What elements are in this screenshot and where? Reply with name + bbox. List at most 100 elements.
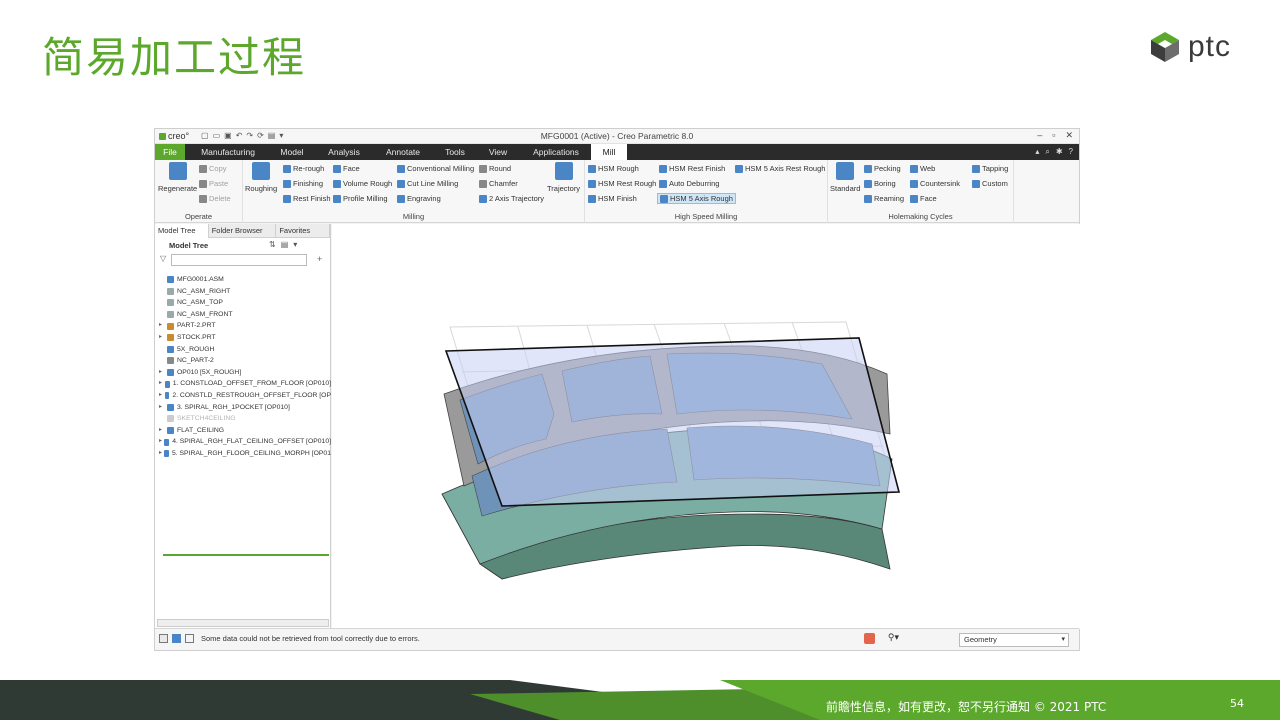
tree-node[interactable]: ▸ 1. CONSTLOAD_OFFSET_FROM_FLOOR [OP010] xyxy=(159,378,331,390)
tree-node[interactable]: ▸ OP010 [5X_ROUGH] xyxy=(159,367,331,379)
tab-folder-browser[interactable]: Folder Browser xyxy=(209,224,277,238)
expand-arrow-icon[interactable]: ▸ xyxy=(159,332,167,344)
expand-arrow-icon[interactable]: ▸ xyxy=(159,425,167,437)
auto-deburring-button[interactable]: Auto Deburring xyxy=(659,179,719,188)
tab-manufacturing[interactable]: Manufacturing xyxy=(193,144,263,160)
cut-line-milling-button[interactable]: Cut Line Milling xyxy=(397,179,458,188)
standard-drill-button[interactable]: Standard xyxy=(830,162,860,193)
selection-icon[interactable] xyxy=(172,634,181,643)
tree-node[interactable]: NC_ASM_FRONT xyxy=(159,309,331,321)
tree-node-icon xyxy=(164,438,170,446)
tree-insert-marker[interactable] xyxy=(163,554,329,556)
restore-icon[interactable]: ▫ xyxy=(1052,130,1055,141)
tree-node[interactable]: NC_ASM_RIGHT xyxy=(159,286,331,298)
filter-icon[interactable]: ▽ xyxy=(160,254,166,263)
tab-view[interactable]: View xyxy=(481,144,515,160)
binoculars-icon[interactable]: ⚲▾ xyxy=(888,632,899,643)
add-filter-icon[interactable]: + xyxy=(317,254,322,264)
tree-node[interactable]: ▸ FLAT_CEILING xyxy=(159,425,331,437)
collapse-ribbon-icon[interactable]: ▴ xyxy=(1035,147,1039,157)
copy-button[interactable]: Copy xyxy=(199,164,227,173)
hsm-rest-finish-button[interactable]: HSM Rest Finish xyxy=(659,164,725,173)
round-button[interactable]: Round xyxy=(479,164,511,173)
help-icon[interactable]: ? xyxy=(1069,147,1073,157)
rerough-button[interactable]: Re-rough xyxy=(283,164,324,173)
tree-node[interactable]: ▸ 4. SPIRAL_RGH_FLAT_CEILING_OFFSET [OP01… xyxy=(159,436,331,448)
expand-arrow-icon[interactable]: ▸ xyxy=(159,390,165,402)
reaming-button[interactable]: Reaming xyxy=(864,194,904,203)
tab-model-tree[interactable]: Model Tree xyxy=(155,224,209,238)
hsm-5-axis-rough-button[interactable]: HSM 5 Axis Rough xyxy=(657,193,736,204)
tapping-button[interactable]: Tapping xyxy=(972,164,1008,173)
tree-filter-icon[interactable]: ⇅ xyxy=(269,240,276,249)
close-icon[interactable]: ✕ xyxy=(1065,130,1073,141)
tree-expand-icon[interactable]: ▾ xyxy=(293,240,297,249)
expand-arrow-icon[interactable]: ▸ xyxy=(159,367,167,379)
tab-model[interactable]: Model xyxy=(269,144,315,160)
ptc-cube-icon xyxy=(1151,32,1179,62)
pecking-button[interactable]: Pecking xyxy=(864,164,901,173)
holemaking-group-label[interactable]: Holemaking Cycles xyxy=(828,212,1013,221)
selection-filter-value: Geometry xyxy=(964,635,997,644)
delete-button[interactable]: Delete xyxy=(199,194,231,203)
search-icon[interactable]: ⌕ xyxy=(1045,147,1049,157)
tree-settings-icon[interactable]: ▤ xyxy=(281,240,289,249)
hsm-finish-button[interactable]: HSM Finish xyxy=(588,194,637,203)
expand-arrow-icon[interactable]: ▸ xyxy=(159,402,167,414)
tab-favorites[interactable]: Favorites xyxy=(276,224,331,238)
rest-finish-icon xyxy=(283,194,291,203)
tree-node[interactable]: 5X_ROUGH xyxy=(159,344,331,356)
tree-horizontal-scrollbar[interactable] xyxy=(157,619,329,627)
expand-arrow-icon[interactable]: ▸ xyxy=(159,378,165,390)
copy-icon xyxy=(199,164,207,173)
warning-icon[interactable] xyxy=(864,633,875,644)
tree-node[interactable]: ▸ 2. CONSTLD_RESTROUGH_OFFSET_FLOOR [OP xyxy=(159,390,331,402)
expand-arrow-icon[interactable]: ▸ xyxy=(159,320,167,332)
tab-annotate[interactable]: Annotate xyxy=(377,144,429,160)
minimize-icon[interactable]: – xyxy=(1037,130,1042,141)
regenerate-button[interactable]: Regenerate xyxy=(158,162,197,193)
tree-node[interactable]: NC_ASM_TOP xyxy=(159,297,331,309)
tree-node[interactable]: ▸ 3. SPIRAL_RGH_1POCKET [OP010] xyxy=(159,402,331,414)
tab-analysis[interactable]: Analysis xyxy=(321,144,367,160)
web-button[interactable]: Web xyxy=(910,164,935,173)
tree-node[interactable]: ▸ STOCK.PRT xyxy=(159,332,331,344)
engraving-button[interactable]: Engraving xyxy=(397,194,441,203)
tree-node-label: 3. SPIRAL_RGH_1POCKET [OP010] xyxy=(177,403,290,411)
profile-milling-button[interactable]: Profile Milling xyxy=(333,194,388,203)
tab-mill[interactable]: Mill xyxy=(591,144,627,160)
fullscreen-icon[interactable] xyxy=(185,634,194,643)
trajectory-button[interactable]: Trajectory xyxy=(547,162,580,193)
countersink-button[interactable]: Countersink xyxy=(910,179,960,188)
tree-node[interactable]: SKETCH4CEILING xyxy=(159,413,331,425)
settings-icon[interactable]: ✱ xyxy=(1056,147,1063,157)
boring-button[interactable]: Boring xyxy=(864,179,896,188)
tree-node[interactable]: NC_PART-2 xyxy=(159,355,331,367)
tab-applications[interactable]: Applications xyxy=(525,144,587,160)
selection-filter-select[interactable]: Geometry ▾ xyxy=(959,633,1069,647)
message-log-icon[interactable] xyxy=(159,634,168,643)
custom-button[interactable]: Custom xyxy=(972,179,1008,188)
paste-button[interactable]: Paste xyxy=(199,179,228,188)
conventional-milling-button[interactable]: Conventional Milling xyxy=(397,164,474,173)
two-axis-trajectory-button[interactable]: 2 Axis Trajectory xyxy=(479,194,544,203)
tree-search-input[interactable] xyxy=(171,254,307,266)
tree-node[interactable]: ▸ 5. SPIRAL_RGH_FLOOR_CEILING_MORPH [OP01 xyxy=(159,448,331,460)
tab-file[interactable]: File xyxy=(155,144,185,160)
face-milling-button[interactable]: Face xyxy=(333,164,360,173)
hole-face-button[interactable]: Face xyxy=(910,194,937,203)
hsm-5-axis-rest-rough-button[interactable]: HSM 5 Axis Rest Rough xyxy=(735,164,825,173)
roughing-button[interactable]: Roughing xyxy=(245,162,277,193)
operate-group-label[interactable]: Operate xyxy=(155,212,242,221)
finishing-button[interactable]: Finishing xyxy=(283,179,323,188)
graphics-viewport[interactable] xyxy=(332,224,1080,629)
rest-finish-button[interactable]: Rest Finish xyxy=(283,194,331,203)
hsm-rest-rough-button[interactable]: HSM Rest Rough xyxy=(588,179,656,188)
volume-rough-button[interactable]: Volume Rough xyxy=(333,179,392,188)
milling-group-label[interactable]: Milling xyxy=(243,212,584,221)
tab-tools[interactable]: Tools xyxy=(437,144,473,160)
tree-node[interactable]: ▸ PART-2.PRT xyxy=(159,320,331,332)
tree-node[interactable]: MFG0001.ASM xyxy=(159,274,331,286)
hsm-rough-button[interactable]: HSM Rough xyxy=(588,164,639,173)
chamfer-button[interactable]: Chamfer xyxy=(479,179,518,188)
